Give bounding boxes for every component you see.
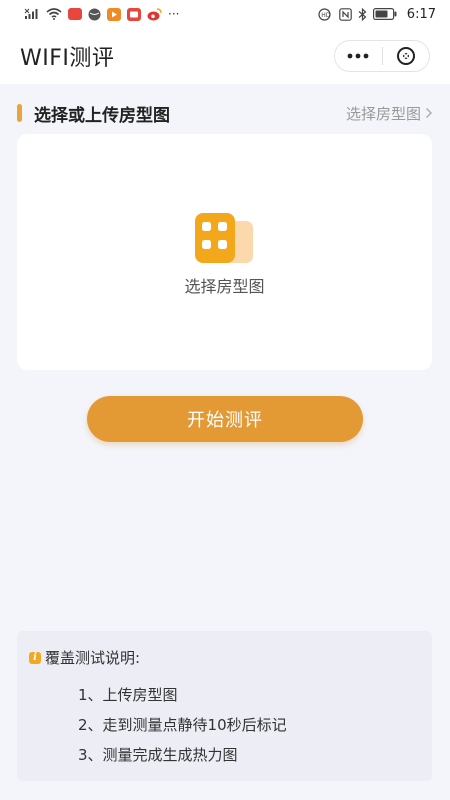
bluetooth-icon [358, 7, 367, 21]
close-icon [396, 47, 415, 65]
section-title-group: 选择或上传房型图 [17, 101, 170, 126]
instructions-title: 覆盖测试说明: [45, 649, 141, 667]
page-title: WIFI测评 [20, 46, 115, 71]
section-accent-bar [17, 104, 22, 122]
status-more: ··· [168, 7, 180, 21]
close-button[interactable] [383, 41, 430, 71]
list-item: 2、走到测量点静待10秒后标记 [78, 716, 287, 734]
more-button[interactable] [335, 41, 382, 71]
chevron-right-icon [426, 108, 432, 118]
video-app-icon [107, 7, 121, 21]
signal-icon [24, 8, 40, 20]
list-item: 3、测量完成生成热力图 [78, 746, 238, 764]
start-test-button[interactable]: 开始测评 [87, 396, 363, 442]
list-item: 1、上传房型图 [78, 686, 178, 704]
upload-card-label: 选择房型图 [184, 277, 265, 296]
battery-icon [372, 8, 397, 20]
tv-app-icon [127, 7, 141, 21]
test-instructions-panel: i 覆盖测试说明: 1、上传房型图 2、走到测量点静待10秒后标记 3、测量完成… [17, 631, 432, 781]
status-bar: ··· HD 6:17 [0, 0, 450, 28]
floorplan-upload-card[interactable]: 选择房型图 [17, 134, 432, 370]
status-time: 6:17 [406, 6, 436, 22]
message-app-icon [68, 8, 82, 20]
svg-text:HD: HD [321, 12, 331, 19]
nav-bar: WIFI测评 [0, 28, 450, 84]
select-floorplan-link-label: 选择房型图 [345, 104, 421, 123]
floorplan-icon [194, 213, 253, 263]
select-floorplan-link[interactable]: 选择房型图 [346, 103, 433, 124]
status-left: ··· [24, 7, 179, 21]
mini-program-capsule [334, 40, 430, 72]
instructions-list: 1、上传房型图 2、走到测量点静待10秒后标记 3、测量完成生成热力图 [29, 680, 420, 770]
wifi-icon [46, 8, 62, 20]
nfc-icon [338, 7, 352, 21]
section-header: 选择或上传房型图 选择房型图 [17, 98, 433, 128]
status-right: HD 6:17 [318, 7, 436, 22]
instructions-header: i 覆盖测试说明: [29, 647, 420, 668]
info-icon: i [29, 651, 41, 664]
hd-icon: HD [318, 7, 333, 21]
globe-app-icon [88, 8, 101, 21]
weibo-app-icon [147, 7, 162, 21]
more-icon [347, 53, 369, 59]
section-title: 选择或上传房型图 [34, 105, 170, 126]
